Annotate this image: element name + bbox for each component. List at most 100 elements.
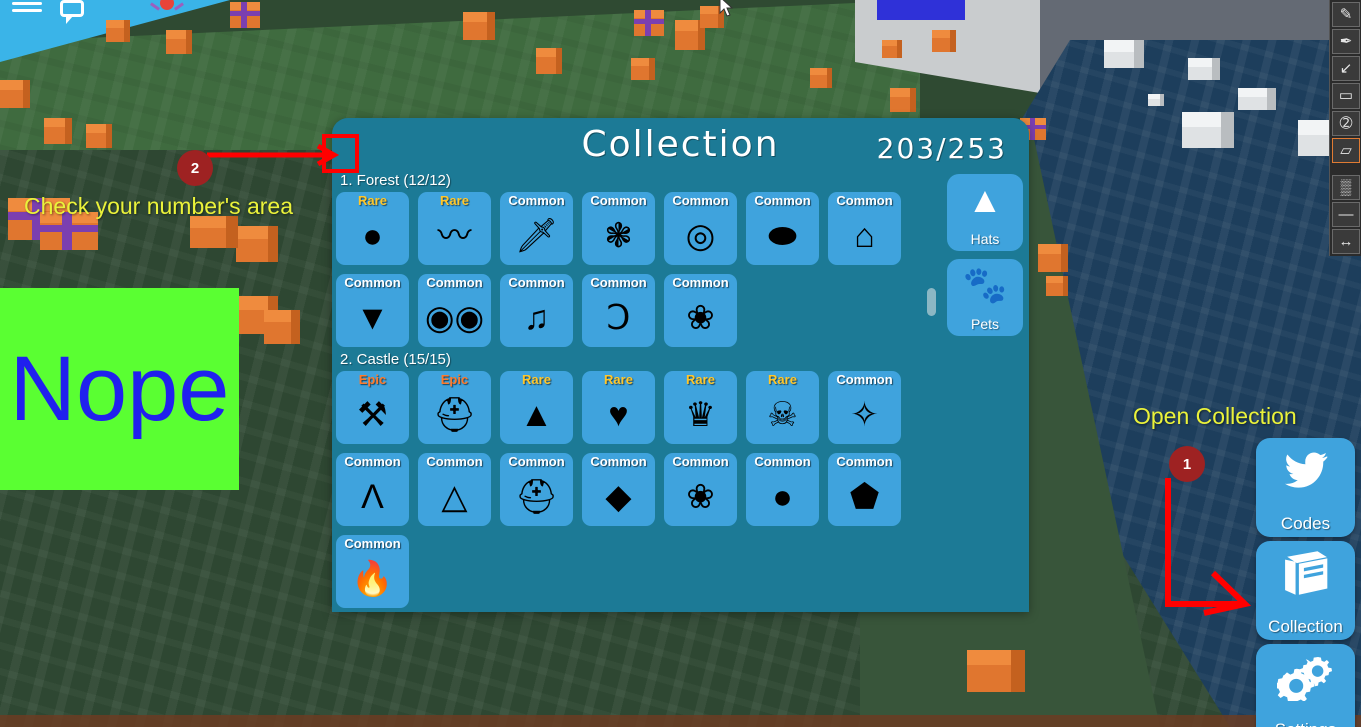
highlight-rectangle [322, 134, 359, 173]
crate-prop [0, 80, 30, 108]
roblox-chat-icon[interactable] [60, 0, 84, 24]
roblox-emote-icon[interactable] [150, 0, 184, 18]
item-rarity-label: Common [836, 454, 893, 469]
collection-item-tile[interactable]: Common ❀ [664, 453, 737, 526]
category-button-hats[interactable]: ▲ Hats [947, 174, 1023, 251]
collection-count: 203/253 [876, 132, 1007, 165]
item-rarity-label: Epic [358, 372, 387, 387]
blue-cat-hood-icon: ● [362, 217, 383, 255]
item-rarity-label: Common [426, 454, 483, 469]
blue-platform [877, 0, 965, 20]
category-button-label: Pets [970, 316, 999, 332]
settings-button-label: Settings [1275, 720, 1336, 727]
blur-box-tool[interactable]: ▱ [1332, 137, 1360, 163]
rock-prop [1182, 112, 1234, 148]
crate-prop [106, 20, 130, 42]
white-wizard-hat-icon: △ [441, 478, 468, 516]
resize-tool[interactable]: ↔ [1332, 228, 1360, 254]
fire-hat-icon: 🔥 [351, 560, 394, 598]
collection-item-tile[interactable]: Common ⛑ [500, 453, 573, 526]
gold-demon-helm-icon: ❀ [686, 478, 715, 516]
step-2-caption: Check your number's area [24, 193, 294, 219]
collection-item-tile[interactable]: Rare ♛ [664, 371, 737, 444]
black-whip-icon: Ↄ [606, 299, 631, 337]
collection-item-tile[interactable]: Common ⬟ [828, 453, 901, 526]
paw-print-icon: 🐾 [962, 264, 1008, 305]
settings-button[interactable]: Settings [1256, 644, 1355, 727]
item-rarity-label: Common [344, 454, 401, 469]
collection-scroll-area[interactable]: 1. Forest (12/12) Rare ● Rare 〰 Common 🗡 Common… [332, 168, 932, 612]
item-rarity-label: Rare [604, 372, 633, 387]
collection-item-tile[interactable]: Common Ʌ [336, 453, 409, 526]
checker-tool[interactable]: ▒ [1332, 174, 1360, 200]
collection-item-tile[interactable]: Rare ☠ [746, 371, 819, 444]
crate-prop [810, 68, 832, 88]
collection-item-tile[interactable]: Epic ⚒ [336, 371, 409, 444]
collection-item-tile[interactable]: Common ◎ [664, 192, 737, 265]
item-rarity-label: Common [836, 372, 893, 387]
collection-scrollbar-thumb[interactable] [927, 288, 936, 316]
rock-prop [1238, 88, 1276, 110]
collection-item-tile[interactable]: Common ❃ [582, 192, 655, 265]
arrow-tool[interactable]: ↙ [1332, 56, 1360, 82]
item-grid: Rare ● Rare 〰 Common 🗡 Common ❃ Common ◎ Common ⬬ Co… [336, 192, 926, 347]
gears-icon [1256, 653, 1355, 710]
crate-prop [1046, 276, 1068, 296]
collection-item-tile[interactable]: Epic ⛑ [418, 371, 491, 444]
rock-prop [1148, 94, 1164, 106]
collection-item-tile[interactable]: Common 🔥 [336, 535, 409, 608]
collection-panel: Collection 203/253 1. Forest (12/12) Rare… [332, 118, 1029, 612]
pencil-tool[interactable]: ✎ [1332, 2, 1360, 28]
gift-prop [634, 10, 664, 36]
item-rarity-label: Common [672, 454, 729, 469]
rectangle-tool[interactable]: ▭ [1332, 83, 1360, 109]
collection-item-tile[interactable]: Common 🗡 [500, 192, 573, 265]
gold-horned-helm-icon: ⛑ [514, 478, 559, 516]
item-rarity-label: Common [754, 193, 811, 208]
category-button-pets[interactable]: 🐾 Pets [947, 259, 1023, 336]
crate-prop [264, 310, 300, 344]
wizard-hat-icon: ▲ [967, 179, 1003, 220]
line-tool[interactable]: — [1332, 201, 1360, 227]
collection-item-tile[interactable]: Common ⬬ [746, 192, 819, 265]
collection-item-tile[interactable]: Common ❀ [664, 274, 737, 347]
codes-button[interactable]: Codes [1256, 438, 1355, 537]
collection-item-tile[interactable]: Rare ♥ [582, 371, 655, 444]
collection-button[interactable]: Collection [1256, 541, 1355, 640]
collection-item-tile[interactable]: Common ● [746, 453, 819, 526]
crate-prop [967, 650, 1025, 692]
red-gold-helm-icon: ● [772, 478, 793, 516]
marker-tool[interactable]: ✒ [1332, 29, 1360, 55]
item-rarity-label: Common [344, 536, 401, 551]
collection-item-tile[interactable]: Common Ↄ [582, 274, 655, 347]
collection-scrollbar-track[interactable] [927, 176, 936, 344]
game-screen: Collection 203/253 1. Forest (12/12) Rare… [0, 0, 1361, 727]
item-grid: Epic ⚒ Epic ⛑ Rare ▲ Rare ♥ Rare ♛ Rare ☠ Common ✧ Com… [336, 371, 926, 608]
gift-prop [230, 2, 260, 28]
collection-item-tile[interactable]: Rare ● [336, 192, 409, 265]
collection-item-tile[interactable]: Rare 〰 [418, 192, 491, 265]
item-rarity-label: Rare [440, 193, 469, 208]
item-rarity-label: Common [672, 193, 729, 208]
collection-item-tile[interactable]: Common ▼ [336, 274, 409, 347]
item-rarity-label: Common [426, 275, 483, 290]
step-number-tool[interactable]: ➁ [1332, 110, 1360, 136]
item-rarity-label: Common [590, 275, 647, 290]
item-rarity-label: Common [508, 193, 565, 208]
collection-item-tile[interactable]: Rare ▲ [500, 371, 573, 444]
collection-item-tile[interactable]: Common ◆ [582, 453, 655, 526]
black-fedora-icon: ⬬ [767, 217, 798, 255]
step-badge-2: 2 [177, 150, 213, 186]
collection-item-tile[interactable]: Common ◉◉ [418, 274, 491, 347]
crate-prop [166, 30, 192, 54]
crate-prop [890, 88, 916, 112]
collection-item-tile[interactable]: Common ✧ [828, 371, 901, 444]
collection-item-tile[interactable]: Common ⌂ [828, 192, 901, 265]
collection-item-tile[interactable]: Common △ [418, 453, 491, 526]
rock-prop [1104, 40, 1144, 68]
item-rarity-label: Common [344, 275, 401, 290]
roblox-menu-icon[interactable] [12, 0, 42, 18]
toolbar-divider [1332, 165, 1360, 173]
collection-item-tile[interactable]: Common ♫ [500, 274, 573, 347]
green-vines-icon: ❃ [604, 217, 633, 255]
